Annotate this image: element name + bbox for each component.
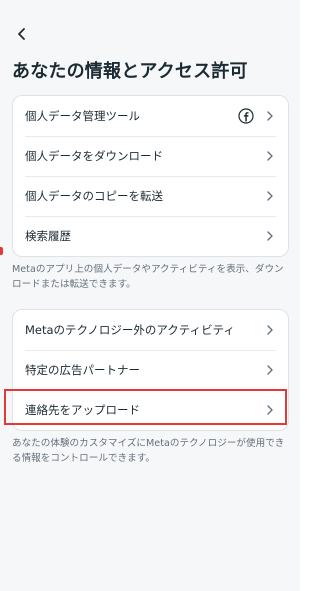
- account-data-card: 個人データ管理ツール 個人データをダウンロード 個人データのコピーを転送 検索履…: [12, 95, 289, 257]
- edge-marker: [0, 247, 3, 255]
- transfer-data-row[interactable]: 個人データのコピーを転送: [13, 176, 288, 216]
- row-label: 個人データをダウンロード: [25, 149, 163, 163]
- row-label: Metaのテクノロジー外のアクティビティ: [25, 323, 235, 337]
- facebook-icon: [238, 108, 254, 124]
- section-description: あなたの体験のカスタマイズにMetaのテクノロジーが使用できる情報をコントロール…: [12, 438, 285, 464]
- chevron-right-icon: [264, 324, 276, 336]
- chevron-right-icon: [264, 190, 276, 202]
- back-button[interactable]: [10, 22, 34, 46]
- chevron-right-icon: [264, 230, 276, 242]
- row-label: 個人データ管理ツール: [25, 109, 140, 123]
- chevron-right-icon: [264, 150, 276, 162]
- row-label: 連絡先をアップロード: [25, 403, 140, 417]
- permissions-screen: あなたの情報とアクセス許可 個人データ管理ツール 個人データをダウンロード 個人…: [0, 0, 300, 591]
- activity-card: Metaのテクノロジー外のアクティビティ 特定の広告パートナー 連絡先をアップロ…: [12, 309, 289, 431]
- personal-data-tools-row[interactable]: 個人データ管理ツール: [13, 96, 288, 136]
- off-meta-activity-row[interactable]: Metaのテクノロジー外のアクティビティ: [13, 310, 288, 350]
- chevron-left-icon: [18, 28, 25, 40]
- chevron-right-icon: [264, 404, 276, 416]
- download-data-row[interactable]: 個人データをダウンロード: [13, 136, 288, 176]
- chevron-right-icon: [264, 364, 276, 376]
- page-title: あなたの情報とアクセス許可: [12, 61, 248, 82]
- ad-partners-row[interactable]: 特定の広告パートナー: [13, 350, 288, 390]
- chevron-right-icon: [264, 110, 276, 122]
- upload-contacts-row[interactable]: 連絡先をアップロード: [13, 390, 288, 430]
- row-label: 特定の広告パートナー: [25, 363, 140, 377]
- search-history-row[interactable]: 検索履歴: [13, 216, 288, 256]
- row-label: 検索履歴: [25, 229, 71, 243]
- section-description: Metaのアプリ上の個人データやアクティビティを表示、ダウンロードまたは転送でき…: [12, 264, 284, 290]
- row-label: 個人データのコピーを転送: [25, 189, 163, 203]
